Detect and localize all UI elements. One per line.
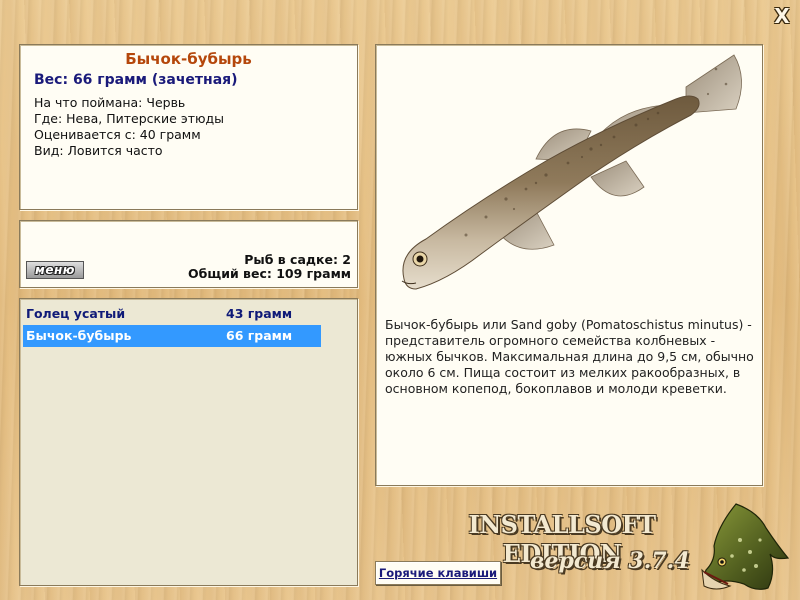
goby-fish-image [401, 54, 742, 290]
catch-name: Голец усатый [26, 306, 126, 321]
fish-title: Бычок-бубырь [125, 50, 252, 68]
fish-frequency: Вид: Ловится часто [34, 143, 163, 158]
catch-name: Бычок-бубырь [26, 328, 132, 343]
catch-list: Голец усатый 43 грамм Бычок-бубырь 66 гр… [19, 298, 358, 586]
fish-description: Бычок-бубырь или Sand goby (Pomatoschist… [385, 317, 754, 396]
catch-row-selected[interactable]: Бычок-бубырь 66 грамм [23, 325, 321, 347]
catch-row[interactable]: Голец усатый 43 грамм [23, 303, 321, 325]
fish-image-panel: Бычок-бубырь или Sand goby (Pomatoschist… [375, 44, 763, 486]
pike-logo-icon [701, 503, 790, 590]
fish-info-panel: Бычок-бубырь Вес: 66 грамм (зачетная) На… [19, 44, 358, 210]
fish-min-weight: Оценивается с: 40 грамм [34, 127, 201, 142]
close-button[interactable]: X [772, 6, 792, 26]
version-label: версия 3.7.4 [530, 548, 690, 574]
fish-location: Где: Нева, Питерские этюды [34, 111, 225, 126]
fish-count: Рыб в садке: 2 [244, 252, 351, 267]
catch-weight: 43 грамм [226, 306, 293, 321]
fish-weight: Вес: 66 грамм (зачетная) [34, 72, 238, 88]
catch-weight: 66 грамм [226, 328, 293, 343]
stats-panel: меню Рыб в садке: 2 Общий вес: 109 грамм [19, 220, 358, 288]
total-weight: Общий вес: 109 грамм [188, 266, 351, 281]
menu-button[interactable]: меню [26, 261, 84, 279]
fish-bait: На что поймана: Червь [34, 95, 186, 110]
